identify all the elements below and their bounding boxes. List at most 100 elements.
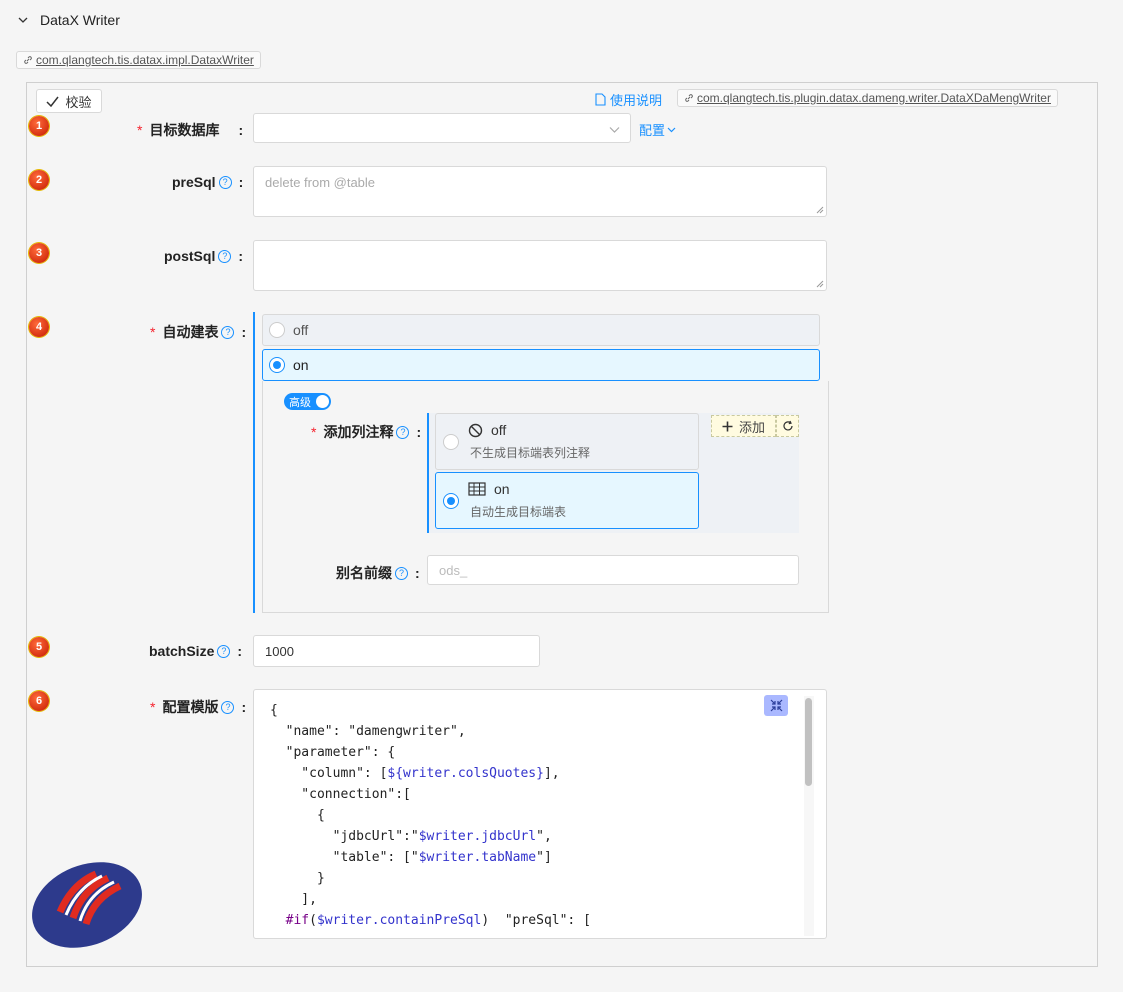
field-number-badge: 2 [29,170,49,190]
option-label: off [293,322,309,338]
field-number-badge: 4 [29,317,49,337]
alias-prefix-input[interactable]: ods_ [427,555,799,585]
advanced-toggle[interactable]: 高级 [284,393,331,410]
resize-handle-icon[interactable] [816,206,824,214]
code-line[interactable]: "column": [${writer.colsQuotes}], [270,763,591,784]
label-colon: : [238,248,244,264]
help-icon[interactable]: ? [218,249,232,263]
plus-icon [722,421,733,431]
refresh-button[interactable] [776,415,799,437]
required-mark: * [150,699,156,715]
code-line[interactable]: "table": ["$writer.tabName"] [270,847,591,868]
link-icon [685,94,693,102]
presql-textarea[interactable]: delete from @table [253,166,827,217]
label-colon: : [238,174,244,190]
auto-create-option-off[interactable]: off [262,314,820,346]
target-db-select[interactable] [253,113,631,143]
code-line[interactable]: #if($writer.containPreSql) "preSql": [ [270,910,591,931]
help-icon[interactable]: ? [218,175,232,189]
presql-label-text: preSql [172,174,216,190]
chevron-down-icon[interactable] [16,13,30,27]
label-colon: : [237,643,243,659]
batchsize-label: batchSize ? : [149,643,242,659]
help-icon[interactable]: ? [221,325,235,339]
radio-checked-icon[interactable] [443,493,459,509]
refresh-icon [782,420,793,431]
section-header[interactable]: DataX Writer [16,12,120,28]
table-icon [468,482,486,496]
help-icon[interactable]: ? [395,566,408,580]
help-icon[interactable]: ? [396,425,410,439]
column-comment-label: * 添加列注释 ? : [311,422,421,442]
option-label: off [491,422,507,438]
prohibit-icon [468,423,483,437]
logo [32,862,142,948]
writer-class-text: com.qlangtech.tis.datax.impl.DataxWriter [36,53,254,67]
presql-label: preSql ? : [172,174,243,190]
required-mark: * [150,324,156,340]
required-mark: * [311,424,317,440]
radio-checked-icon[interactable] [269,357,285,373]
help-label: 使用说明 [610,93,663,108]
alias-prefix-label: 别名前缀 ? : [336,563,420,583]
alias-prefix-placeholder: ods_ [439,562,468,578]
radio-unchecked-icon[interactable] [269,322,285,338]
code-line[interactable]: { [270,805,591,826]
field-number-badge: 3 [29,243,49,263]
template-label: * 配置模版 ? : [150,697,246,717]
code-line[interactable]: ], [270,889,591,910]
batchsize-input[interactable]: 1000 [253,635,540,667]
column-comment-option-on[interactable]: on 自动生成目标端表 [435,472,699,529]
code-line[interactable]: "parameter": { [270,742,591,763]
config-label: 配置 [639,123,666,138]
verify-button[interactable]: 校验 [36,89,102,113]
alias-prefix-label-text: 别名前缀 [336,565,392,581]
help-icon[interactable]: ? [217,644,231,658]
fullscreen-button[interactable] [764,695,788,716]
radio-unchecked-icon[interactable] [443,434,459,450]
code-content[interactable]: { "name": "damengwriter", "parameter": {… [270,700,591,931]
writer-class-tag[interactable]: com.qlangtech.tis.datax.impl.DataxWriter [16,51,261,69]
add-label: 添加 [738,419,765,435]
scrollbar-thumb[interactable] [805,698,812,786]
add-button[interactable]: 添加 [711,415,776,437]
help-link[interactable]: 使用说明 [595,90,662,109]
auto-create-label-text: 自动建表 [162,324,219,340]
resize-handle-icon[interactable] [816,280,824,288]
verify-label: 校验 [65,94,92,110]
option-description: 自动生成目标端表 [470,505,567,519]
link-icon [24,56,32,64]
column-comment-option-off[interactable]: off 不生成目标端表列注释 [435,413,699,470]
option-label: on [494,481,510,497]
batchsize-value: 1000 [265,643,294,659]
column-comment-label-text: 添加列注释 [323,424,394,440]
postsql-textarea[interactable] [253,240,827,291]
advanced-label: 高级 [289,396,311,409]
check-icon [46,96,60,107]
option-description: 不生成目标端表列注释 [470,446,591,460]
target-db-label: * 目标数据库 : [137,120,243,140]
toggle-knob [316,395,329,408]
presql-placeholder: delete from @table [265,175,376,190]
code-line[interactable]: } [270,868,591,889]
field-number-badge: 5 [29,637,49,657]
section-title: DataX Writer [40,12,120,28]
template-code-editor[interactable]: { "name": "damengwriter", "parameter": {… [253,689,827,939]
target-db-config-link[interactable]: 配置 [639,120,676,139]
code-line[interactable]: "connection":[ [270,784,591,805]
postsql-label-text: postSql [164,248,216,264]
required-mark: * [137,122,143,138]
chevron-down-icon [667,127,676,133]
plugin-class-tag[interactable]: com.qlangtech.tis.plugin.datax.dameng.wr… [677,89,1058,107]
collapse-icon [770,699,782,712]
postsql-label: postSql ? : [164,248,243,264]
code-line[interactable]: "jdbcUrl":"$writer.jdbcUrl", [270,826,591,847]
batchsize-label-text: batchSize [149,643,215,659]
code-line[interactable]: { [270,700,591,721]
target-db-label-text: 目标数据库 [149,122,220,138]
code-line[interactable]: "name": "damengwriter", [270,721,591,742]
plugin-class-text: com.qlangtech.tis.plugin.datax.dameng.wr… [697,91,1051,105]
auto-create-option-on[interactable]: on [262,349,820,381]
help-icon[interactable]: ? [221,700,235,714]
document-icon [595,93,606,106]
